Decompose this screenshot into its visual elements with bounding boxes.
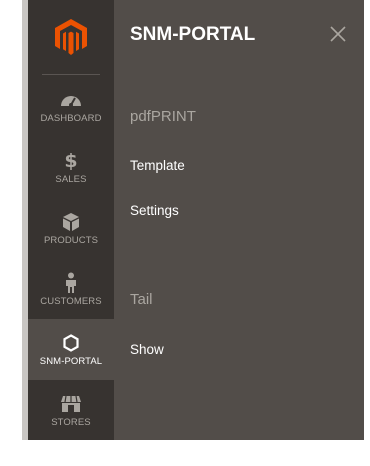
speedometer-icon	[60, 90, 82, 110]
section-title-pdfprint: pdfPRINT	[130, 108, 196, 125]
menu-link-settings[interactable]: Settings	[130, 203, 179, 218]
logo-separator	[42, 74, 100, 75]
magento-logo-icon[interactable]	[28, 18, 114, 68]
menu-link-show[interactable]: Show	[130, 342, 164, 357]
menu-link-template[interactable]: Template	[130, 158, 185, 173]
dollar-icon: $	[60, 151, 82, 171]
person-icon	[60, 272, 82, 293]
submenu-panel: SNM-PORTAL pdfPRINT Template Settings Ta…	[114, 0, 364, 440]
sidebar-item-customers[interactable]: CUSTOMERS	[28, 259, 114, 320]
sidebar-item-products[interactable]: PRODUCTS	[28, 198, 114, 259]
sidebar-item-label: SALES	[55, 173, 87, 185]
admin-menu-screenshot: DASHBOARD $ SALES PRODUCTS CUSTOMERS SNM…	[0, 0, 370, 466]
hexagon-icon	[60, 333, 82, 353]
panel-title: SNM-PORTAL	[130, 24, 256, 45]
sidebar-item-sales[interactable]: $ SALES	[28, 137, 114, 198]
sidebar-item-label: DASHBOARD	[40, 112, 102, 124]
close-icon[interactable]	[328, 24, 348, 44]
sidebar-item-dashboard[interactable]: DASHBOARD	[28, 76, 114, 137]
sidebar-item-label: PRODUCTS	[43, 234, 99, 246]
storefront-icon	[60, 394, 82, 414]
sidebar-item-label: STORES	[51, 416, 91, 428]
sidebar-item-stores[interactable]: STORES	[28, 380, 114, 441]
sidebar-item-label: SNM-PORTAL	[39, 355, 103, 367]
admin-sidebar: DASHBOARD $ SALES PRODUCTS CUSTOMERS SNM…	[28, 0, 114, 440]
dollar-glyph: $	[64, 149, 78, 172]
section-title-tail: Tail	[130, 291, 153, 308]
cube-icon	[60, 212, 82, 232]
sidebar-item-label: CUSTOMERS	[40, 295, 102, 307]
sidebar-item-snm-portal[interactable]: SNM-PORTAL	[28, 319, 114, 380]
